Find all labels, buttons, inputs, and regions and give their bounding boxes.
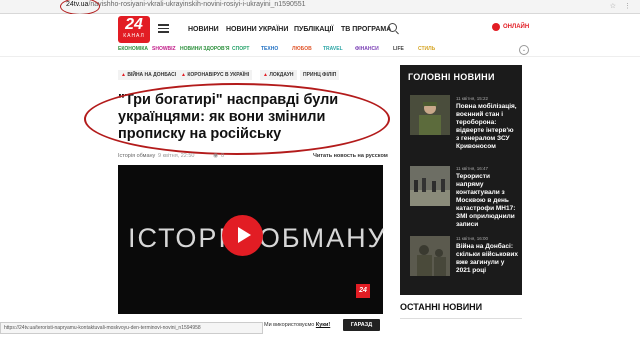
category-link[interactable]: НОВИНИ ЗДОРОВ'Я xyxy=(180,46,229,52)
sidebar-item-time: 11 квітня, 16:47 xyxy=(456,166,489,171)
category-link[interactable]: LIFE xyxy=(393,46,404,52)
tag-prince-philip[interactable]: ПРИНЦ ФІЛІП xyxy=(300,70,340,80)
play-button-icon[interactable] xyxy=(222,215,263,256)
news-thumbnail-soldiers[interactable] xyxy=(410,236,450,276)
category-link[interactable]: ТЕХНО xyxy=(261,46,278,52)
article-category[interactable]: Історія обману xyxy=(118,153,155,159)
online-link[interactable]: ОНЛАЙН xyxy=(503,24,529,30)
news-thumbnail-crash-site[interactable] xyxy=(410,166,450,206)
divider xyxy=(400,318,522,319)
cookie-notice: Ми використовуємо Куки! xyxy=(264,322,331,328)
headline-highlight-annotation xyxy=(84,83,390,155)
logo-number: 24 xyxy=(125,16,143,33)
nav-item-news[interactable]: НОВИНИ xyxy=(188,26,219,33)
online-icon[interactable] xyxy=(492,23,500,31)
category-link[interactable]: СТИЛЬ xyxy=(418,46,435,52)
tag-war-donbas[interactable]: ▲ ВІЙНА НА ДОНБАСІ xyxy=(118,70,180,80)
views-count: 0 xyxy=(221,153,225,159)
category-link[interactable]: СПОРТ xyxy=(232,46,249,52)
hamburger-menu-icon[interactable] xyxy=(158,24,169,33)
latest-news-title: ОСТАННІ НОВИНИ xyxy=(400,302,483,312)
url-path: /navishho-rosiyani-vkrali-ukrayinskih-no… xyxy=(88,1,306,8)
browser-status-bar: https://24tv.ua/teroristi-napryamu-konta… xyxy=(0,322,263,334)
search-icon[interactable] xyxy=(388,23,397,32)
category-bar xyxy=(0,44,640,57)
browser-toolbar-icons[interactable]: ☆ ⋮ xyxy=(610,2,634,10)
cookie-accept-button[interactable]: ГАРАЗД xyxy=(343,319,380,331)
sidebar-item-headline[interactable]: Війна на Донбасі: скільки військових вже… xyxy=(456,243,518,275)
nav-item-tv-program[interactable]: ТВ ПРОГРАМА xyxy=(341,26,391,33)
category-link[interactable]: SHOWBIZ xyxy=(152,46,176,52)
article-time: 9 квітня, 22:50 xyxy=(158,153,195,159)
sidebar-title: ГОЛОВНІ НОВИНИ xyxy=(408,72,495,82)
sidebar-item-time: 11 квітня, 16:00 xyxy=(456,236,489,241)
nav-item-publications[interactable]: ПУБЛІКАЦІЇ xyxy=(294,26,333,33)
sidebar-item-time: 11 квітня, 15:22 xyxy=(456,96,489,101)
views-icon: ◉ xyxy=(213,153,219,159)
tag-lockdown[interactable]: ▲ ЛОКДАУН xyxy=(260,70,297,80)
url-text[interactable]: 24tv.ua/navishho-rosiyani-vkrali-ukrayin… xyxy=(66,1,306,8)
category-link[interactable]: ЕКОНОМІКА xyxy=(118,46,148,52)
news-thumbnail-general[interactable] xyxy=(410,95,450,135)
page-bottom xyxy=(0,333,640,362)
cookie-link[interactable]: Куки! xyxy=(316,322,330,328)
category-link[interactable]: ЛЮБОВ xyxy=(292,46,312,52)
video-channel-logo: 24 xyxy=(356,284,370,298)
category-link[interactable]: TRAVEL xyxy=(323,46,343,52)
nav-item-ukraine-news[interactable]: НОВИНИ УКРАЇНИ xyxy=(226,26,288,33)
logo-subtitle: КАНАЛ xyxy=(123,33,145,39)
read-in-russian-link[interactable]: Читать новость на русском xyxy=(313,153,388,159)
sidebar-item-headline[interactable]: Повна мобілізація, воєнний стан і теробо… xyxy=(456,103,518,151)
sidebar-item-headline[interactable]: Терористи напряму контактували з Москвою… xyxy=(456,173,518,229)
tag-coronavirus[interactable]: ▲ КОРОНАВІРУС В УКРАЇНІ xyxy=(178,70,253,80)
chevron-down-icon[interactable]: ⌄ xyxy=(519,45,529,55)
site-logo[interactable]: 24 КАНАЛ xyxy=(118,16,150,43)
category-link[interactable]: ФІНАНСИ xyxy=(355,46,379,52)
